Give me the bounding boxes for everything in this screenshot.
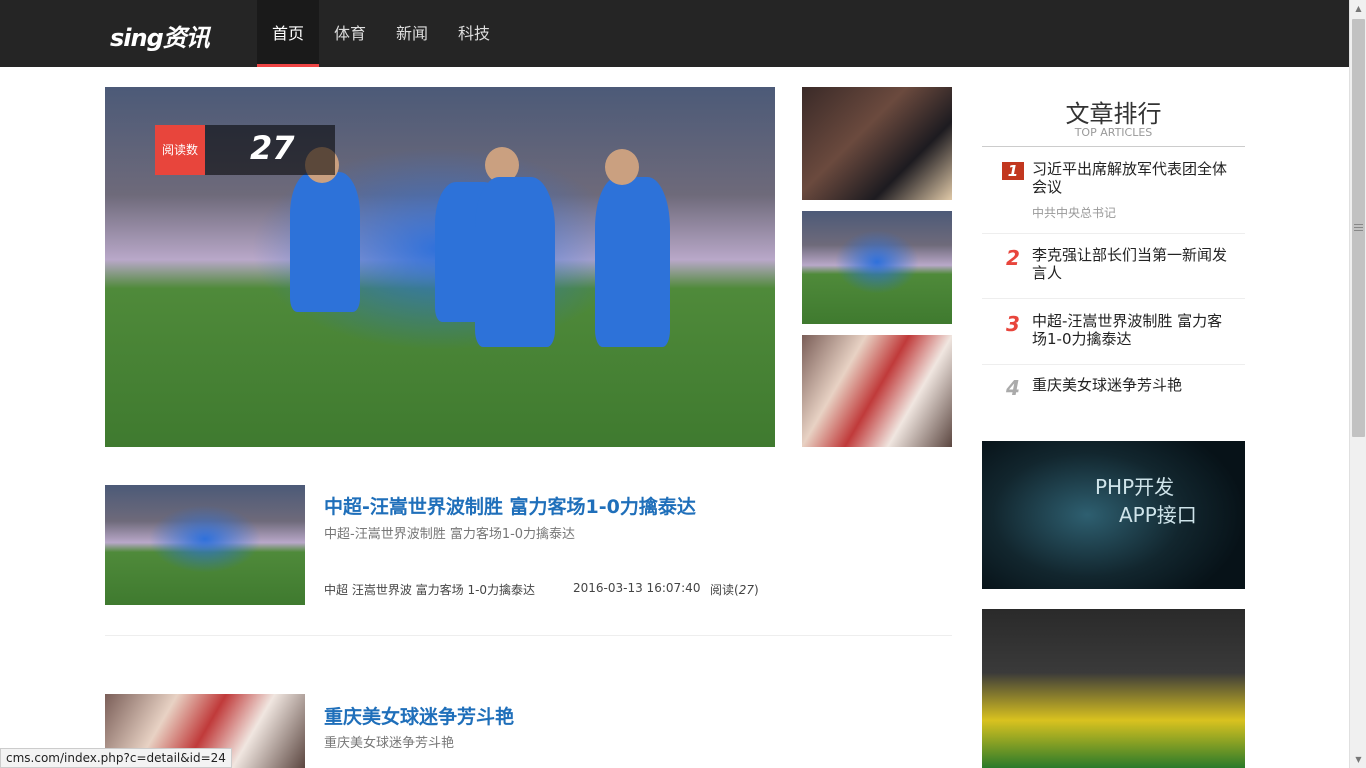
vertical-scrollbar[interactable]: ▲ ▼	[1349, 0, 1366, 768]
article-thumb-1[interactable]	[105, 485, 305, 605]
ranking-item-1[interactable]: 1 习近平出席解放军代表团全体会议 中共中央总书记	[982, 160, 1245, 234]
scroll-grip-icon	[1354, 224, 1363, 232]
ad-php-banner[interactable]: PHP开发 APP接口	[982, 441, 1245, 589]
rank-number-3: 3	[1006, 312, 1020, 336]
thumb-meeting[interactable]	[802, 87, 952, 200]
scroll-down-arrow-icon[interactable]: ▼	[1350, 751, 1366, 768]
rank-number-2: 2	[1006, 246, 1020, 270]
ranking-title: 文章排行	[1065, 100, 1162, 128]
thumb-soccer[interactable]	[802, 211, 952, 324]
ranking-item-2[interactable]: 2 李克强让部长们当第一新闻发言人	[982, 246, 1245, 299]
ad-php-line1: PHP开发	[1095, 475, 1175, 499]
article-title-2[interactable]: 重庆美女球迷争芳斗艳	[324, 702, 514, 729]
ranking-item-3[interactable]: 3 中超-汪嵩世界波制胜 富力客场1-0力擒泰达	[982, 312, 1245, 365]
ranking-subtitle: TOP ARTICLES	[1074, 126, 1153, 139]
rank-text-4[interactable]: 重庆美女球迷争芳斗艳	[1032, 376, 1232, 394]
site-logo[interactable]: sing资讯	[110, 18, 210, 53]
rank-text-3[interactable]: 中超-汪嵩世界波制胜 富力客场1-0力擒泰达	[1032, 312, 1232, 348]
top-navigation-bar: sing资讯 首页 体育 新闻 科技	[0, 0, 1349, 67]
read-count-label: 阅读数	[155, 125, 205, 175]
article-desc-1: 中超-汪嵩世界波制胜 富力客场1-0力擒泰达	[324, 527, 576, 542]
article-desc-2: 重庆美女球迷争芳斗艳	[324, 736, 455, 751]
ranking-divider	[982, 146, 1245, 147]
rank-number-4: 4	[1006, 376, 1020, 400]
thumb-fans[interactable]	[802, 335, 952, 447]
article-read-count: 27	[738, 583, 754, 597]
rank-note-1: 中共中央总书记	[1032, 206, 1117, 220]
nav-sports[interactable]: 体育	[319, 0, 381, 67]
rank-text-1[interactable]: 习近平出席解放军代表团全体会议	[1032, 160, 1232, 196]
read-count-badge: 阅读数 27	[155, 125, 335, 175]
rank-text-2[interactable]: 李克强让部长们当第一新闻发言人	[1032, 246, 1232, 282]
status-bar-url: cms.com/index.php?c=detail&id=24	[0, 748, 232, 768]
nav-tech[interactable]: 科技	[443, 0, 505, 67]
article-date-1: 2016-03-13 16:07:40	[573, 581, 701, 595]
article-title-1[interactable]: 中超-汪嵩世界波制胜 富力客场1-0力擒泰达	[324, 492, 696, 519]
nav-home[interactable]: 首页	[257, 0, 319, 67]
ad-php-line2: APP接口	[1119, 503, 1197, 527]
read-count-value: 27	[250, 129, 295, 167]
article-read-1: 阅读(27)	[710, 581, 759, 598]
main-nav: 首页 体育 新闻 科技	[257, 0, 505, 67]
article-tags-1: 中超 汪嵩世界波 富力客场 1-0力擒泰达	[324, 583, 536, 597]
article-divider	[105, 635, 952, 636]
ad-athlete-banner[interactable]	[982, 609, 1245, 768]
nav-news[interactable]: 新闻	[381, 0, 443, 67]
article-read-close: )	[753, 583, 759, 597]
scroll-up-arrow-icon[interactable]: ▲	[1350, 0, 1366, 17]
rank-number-1: 1	[1002, 162, 1024, 180]
ranking-item-4[interactable]: 4 重庆美女球迷争芳斗艳	[982, 376, 1245, 406]
article-read-label: 阅读(	[710, 583, 739, 597]
